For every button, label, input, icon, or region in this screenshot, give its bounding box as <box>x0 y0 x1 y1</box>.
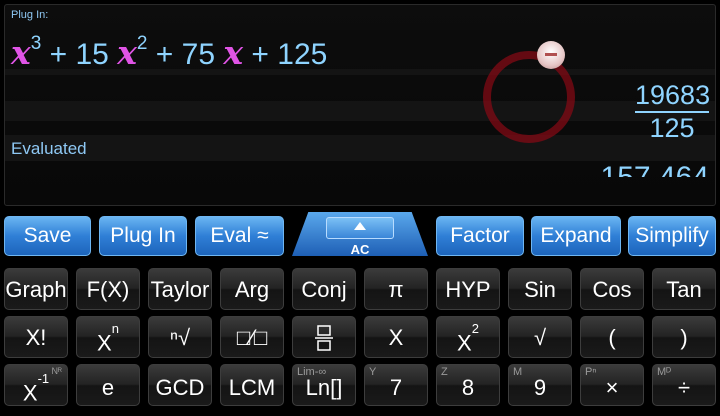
lcm-key[interactable]: LCM <box>220 364 284 406</box>
calculator-display: Plug In: x3 + 15 x2 + 75 x + 125 19683 1… <box>4 4 716 206</box>
power-base: X <box>97 330 112 356</box>
eval-approx-button[interactable]: Eval ≈ <box>195 216 284 256</box>
tan-key[interactable]: Tan <box>652 268 716 310</box>
expr-variable: x <box>117 33 137 72</box>
factorial-key[interactable]: X! <box>4 316 68 358</box>
divide-sub-label: Mᴰ <box>657 366 672 378</box>
nine-key[interactable]: M 9 <box>508 364 572 406</box>
expr-term: + 125 <box>251 38 328 71</box>
multiply-key[interactable]: Pⁿ × <box>580 364 644 406</box>
expr-term: + 15 <box>49 38 109 71</box>
seven-key[interactable]: Y 7 <box>364 364 428 406</box>
hyp-key[interactable]: HYP <box>436 268 500 310</box>
nth-root-key[interactable]: ⁿ√ <box>148 316 212 358</box>
factor-button[interactable]: Factor <box>436 216 524 256</box>
inverse-key[interactable]: Nᴿ X-1 <box>4 364 68 406</box>
sqrt-key[interactable]: √ <box>508 316 572 358</box>
plug-in-button[interactable]: Plug In <box>99 216 187 256</box>
sin-key[interactable]: Sin <box>508 268 572 310</box>
seven-label: 7 <box>389 375 403 400</box>
right-paren-key[interactable]: ) <box>652 316 716 358</box>
eight-sub-label: Z <box>441 366 448 378</box>
expand-button[interactable]: Expand <box>531 216 621 256</box>
multiply-label: × <box>605 375 619 400</box>
divide-label: ÷ <box>677 375 691 400</box>
multiply-sub-label: Pⁿ <box>585 366 597 378</box>
expr-exponent: 2 <box>136 33 148 54</box>
touch-indicator-ring <box>483 51 575 143</box>
eight-key[interactable]: Z 8 <box>436 364 500 406</box>
input-expression[interactable]: x3 + 15 x2 + 75 x + 125 <box>11 33 327 72</box>
fraction-numerator: 19683 <box>635 80 711 110</box>
expr-variable: x <box>11 33 31 72</box>
ln-label: Ln[] <box>305 375 343 400</box>
inverse-exponent: -1 <box>37 371 50 386</box>
expr-exponent: 3 <box>30 33 42 54</box>
power-exponent: n <box>111 321 119 336</box>
power-key[interactable]: Xn <box>76 316 140 358</box>
fraction-template-icon <box>315 325 333 351</box>
fraction-key[interactable] <box>292 316 356 358</box>
nine-sub-label: M <box>513 366 523 378</box>
graph-key[interactable]: Graph <box>4 268 68 310</box>
display-stripe <box>5 135 715 161</box>
result-decimal: 157.464 <box>601 163 709 177</box>
square-key[interactable]: X2 <box>436 316 500 358</box>
e-key[interactable]: e <box>76 364 140 406</box>
result-fraction: 19683 125 <box>635 80 711 143</box>
gcd-key[interactable]: GCD <box>148 364 212 406</box>
arg-key[interactable]: Arg <box>220 268 284 310</box>
inverse-sub-label: Nᴿ <box>51 366 62 376</box>
inverse-base: X <box>22 380 38 406</box>
left-paren-key[interactable]: ( <box>580 316 644 358</box>
conj-key[interactable]: Conj <box>292 268 356 310</box>
divide-key[interactable]: Mᴰ ÷ <box>652 364 716 406</box>
touch-indicator-dot <box>537 41 565 69</box>
pi-key[interactable]: π <box>364 268 428 310</box>
up-arrow-icon <box>354 222 366 230</box>
expr-term: + 75 <box>155 38 216 71</box>
ac-label: AC <box>350 242 370 257</box>
seven-sub-label: Y <box>369 366 377 378</box>
simplify-button[interactable]: Simplify <box>628 216 716 256</box>
display-stripe <box>5 101 715 121</box>
variable-x-key[interactable]: X <box>364 316 428 358</box>
nine-label: 9 <box>533 375 547 400</box>
eight-label: 8 <box>461 375 475 400</box>
expr-variable: x <box>223 33 244 72</box>
square-exponent: 2 <box>471 321 479 336</box>
square-base: X <box>457 330 472 356</box>
taylor-key[interactable]: Taylor <box>148 268 212 310</box>
mixed-fraction-key[interactable]: □⁄□ <box>220 316 284 358</box>
plug-in-label: Plug In: <box>11 9 49 21</box>
cos-key[interactable]: Cos <box>580 268 644 310</box>
evaluated-label: Evaluated <box>11 139 87 158</box>
ln-sub-label: Lim-∞ <box>297 366 327 378</box>
ln-key[interactable]: Lim-∞ Ln[] <box>292 364 356 406</box>
fraction-denominator: 125 <box>649 113 695 143</box>
save-button[interactable]: Save <box>4 216 91 256</box>
fx-key[interactable]: F(X) <box>76 268 140 310</box>
